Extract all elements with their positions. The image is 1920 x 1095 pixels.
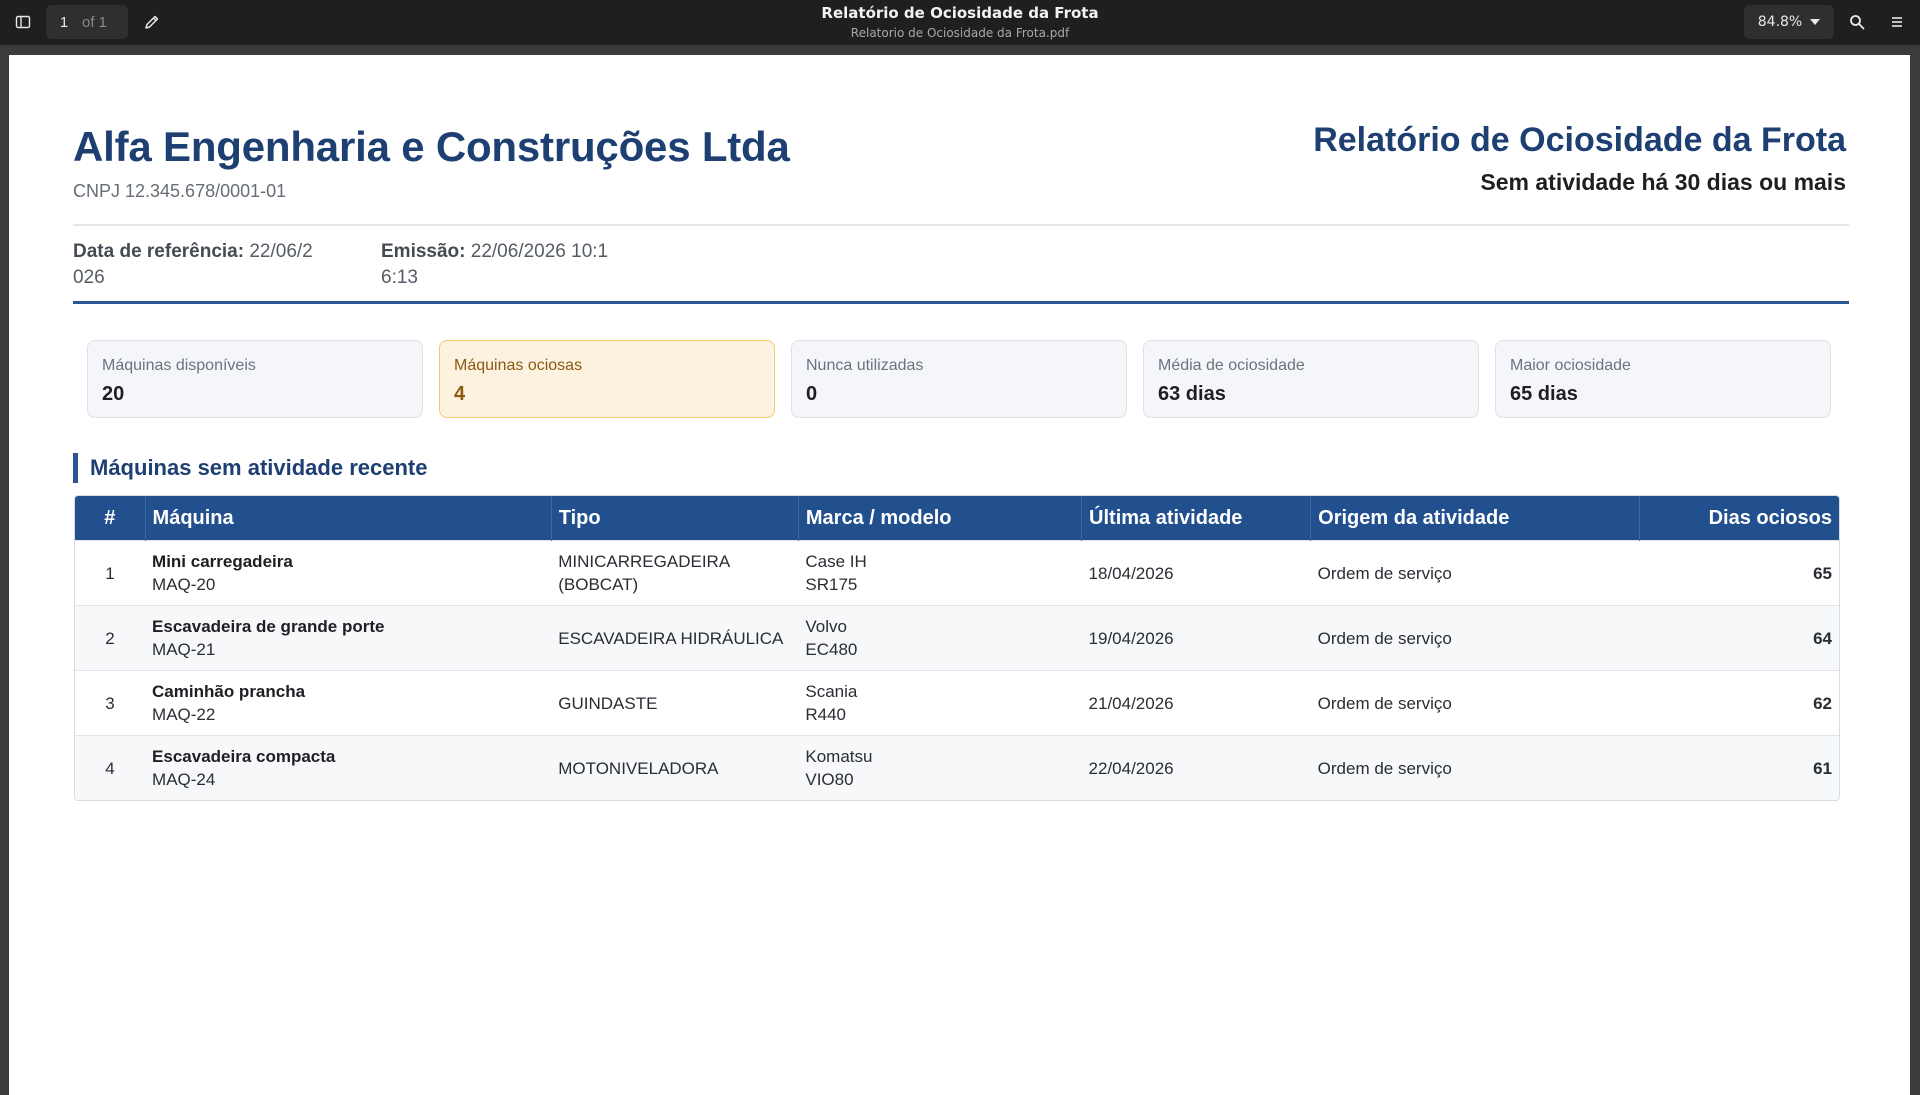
document-filename: Relatorio de Ociosidade da Frota.pdf xyxy=(850,26,1070,40)
machine-name: Mini carregadeira xyxy=(152,552,293,571)
idle-days: 61 xyxy=(1639,735,1839,800)
kpi-card-never-used: Nunca utilizadas 0 xyxy=(791,340,1127,418)
kpi-card-idle: Máquinas ociosas 4 xyxy=(439,340,775,418)
machine-cell: Escavadeira de grande porte MAQ-21 xyxy=(145,605,552,671)
kpi-card-average-idle: Média de ociosidade 63 dias xyxy=(1143,340,1479,418)
table-header-row: # Máquina Tipo Marca / modelo Última ati… xyxy=(75,496,1839,541)
machine-code: MAQ-20 xyxy=(152,575,216,594)
brand-model-cell: Case IH SR175 xyxy=(798,540,1082,606)
machine-code: MAQ-21 xyxy=(152,640,216,659)
last-activity-date: 21/04/2026 xyxy=(1081,670,1311,736)
machine-type: MOTONIVELADORA xyxy=(551,735,799,800)
kpi-value: 0 xyxy=(806,383,818,405)
document-title-area: Relatório de Ociosidade da Frota Relator… xyxy=(0,4,1920,41)
idle-days: 62 xyxy=(1639,670,1839,736)
activity-origin: Ordem de serviço xyxy=(1310,735,1640,800)
kpi-value: 4 xyxy=(454,383,466,405)
machine-name: Escavadeira de grande porte xyxy=(152,617,385,636)
row-number: 3 xyxy=(75,670,146,736)
emission-date: Emissão: 22/06/2026 10:16:13 xyxy=(381,239,621,291)
machine-name: Escavadeira compacta xyxy=(152,747,336,766)
machine-model: VIO80 xyxy=(805,770,854,789)
machine-cell: Escavadeira compacta MAQ-24 xyxy=(145,735,552,800)
machine-name: Caminhão prancha xyxy=(152,682,306,701)
machine-type: ESCAVADEIRA HIDRÁULICA xyxy=(551,605,799,671)
machine-type: MINICARREGADEIRA (BOBCAT) xyxy=(551,540,799,606)
column-header-number: # xyxy=(75,496,146,541)
last-activity-date: 19/04/2026 xyxy=(1081,605,1311,671)
kpi-value: 63 dias xyxy=(1158,383,1226,405)
activity-origin: Ordem de serviço xyxy=(1310,605,1640,671)
meta-divider xyxy=(73,301,1849,304)
machine-brand: Komatsu xyxy=(805,747,873,766)
viewer-toolbar: 1 of 1 Relatório de Ociosidade da Frota … xyxy=(0,0,1920,45)
kpi-label: Maior ociosidade xyxy=(1510,357,1631,374)
document-title: Relatório de Ociosidade da Frota xyxy=(821,4,1099,22)
section-title: Máquinas sem atividade recente xyxy=(73,453,427,483)
search-icon xyxy=(1850,15,1865,30)
report-title: Relatório de Ociosidade da Frota xyxy=(1313,121,1846,159)
machine-type: GUINDASTE xyxy=(551,670,799,736)
brand-model-cell: Komatsu VIO80 xyxy=(798,735,1082,800)
chevron-down-icon xyxy=(1810,19,1821,25)
kpi-card-available: Máquinas disponíveis 20 xyxy=(87,340,423,418)
kpi-label: Máquinas ociosas xyxy=(454,357,583,374)
machine-brand: Case IH xyxy=(805,552,867,571)
kpi-label: Média de ociosidade xyxy=(1158,357,1305,374)
brand-model-cell: Volvo EC480 xyxy=(798,605,1082,671)
kpi-value: 20 xyxy=(102,383,125,405)
column-header-machine: Máquina xyxy=(145,496,552,541)
machine-cell: Caminhão prancha MAQ-22 xyxy=(145,670,552,736)
machine-model: R440 xyxy=(805,705,847,724)
column-header-type: Tipo xyxy=(551,496,799,541)
last-activity-date: 18/04/2026 xyxy=(1081,540,1311,606)
row-number: 4 xyxy=(75,735,146,800)
column-header-idle-days: Dias ociosos xyxy=(1639,496,1839,541)
machine-model: SR175 xyxy=(805,575,858,594)
company-name: Alfa Engenharia e Construções Ltda xyxy=(73,123,790,170)
reference-date-label: Data de referência: xyxy=(73,241,245,262)
column-header-brand-model: Marca / modelo xyxy=(798,496,1083,541)
machine-code: MAQ-22 xyxy=(152,705,216,724)
kpi-card-max-idle: Maior ociosidade 65 dias xyxy=(1495,340,1831,418)
machine-code: MAQ-24 xyxy=(152,770,216,789)
machine-cell: Mini carregadeira MAQ-20 xyxy=(145,540,552,606)
reference-date: Data de referência: 22/06/2026 xyxy=(73,239,313,291)
machine-brand: Volvo xyxy=(805,617,847,636)
last-activity-date: 22/04/2026 xyxy=(1081,735,1311,800)
idle-machines-table: # Máquina Tipo Marca / modelo Última ati… xyxy=(74,495,1840,801)
column-header-last-activity: Última atividade xyxy=(1081,496,1312,541)
brand-model-cell: Scania R440 xyxy=(798,670,1082,736)
report-subtitle: Sem atividade há 30 dias ou mais xyxy=(1480,169,1846,195)
table-row: 2 Escavadeira de grande porte MAQ-21 ESCA… xyxy=(75,605,1839,671)
company-cnpj: CNPJ 12.345.678/0001-01 xyxy=(73,181,287,201)
row-number: 1 xyxy=(75,540,146,606)
activity-origin: Ordem de serviço xyxy=(1310,670,1640,736)
zoom-value: 84.8% xyxy=(1757,14,1803,30)
machine-model: EC480 xyxy=(805,640,858,659)
machine-brand: Scania xyxy=(805,682,858,701)
hamburger-menu-icon xyxy=(1892,17,1902,27)
idle-days: 65 xyxy=(1639,540,1839,606)
idle-days: 64 xyxy=(1639,605,1839,671)
header-divider xyxy=(73,224,1849,226)
emission-date-label: Emissão: xyxy=(381,241,466,262)
zoom-dropdown[interactable]: 84.8% xyxy=(1744,5,1834,39)
table-row: 3 Caminhão prancha MAQ-22 GUINDASTE Scani… xyxy=(75,670,1839,736)
search-button[interactable] xyxy=(1843,8,1871,36)
pdf-page: Alfa Engenharia e Construções Ltda CNPJ … xyxy=(9,55,1910,1095)
kpi-label: Máquinas disponíveis xyxy=(102,357,256,374)
row-number: 2 xyxy=(75,605,146,671)
kpi-label: Nunca utilizadas xyxy=(806,357,924,374)
activity-origin: Ordem de serviço xyxy=(1310,540,1640,606)
menu-button[interactable] xyxy=(1883,8,1911,36)
column-header-activity-origin: Origem da atividade xyxy=(1310,496,1641,541)
kpi-value: 65 dias xyxy=(1510,383,1578,405)
table-row: 1 Mini carregadeira MAQ-20 MINICARREGADEI… xyxy=(75,540,1839,606)
table-row: 4 Escavadeira compacta MAQ-24 MOTONIVELAD… xyxy=(75,735,1839,800)
